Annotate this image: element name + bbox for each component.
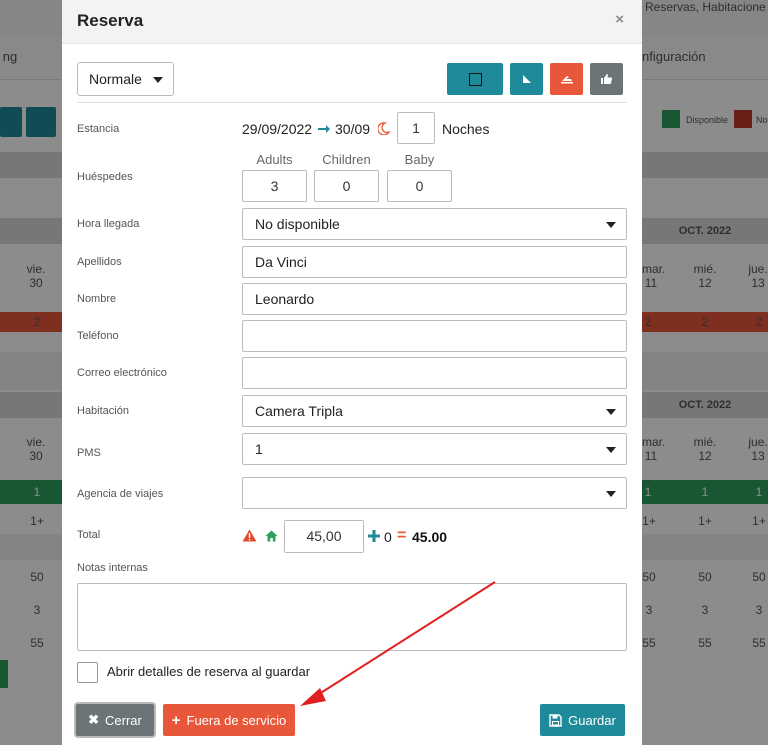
header-divider bbox=[77, 102, 627, 103]
equals-icon: = bbox=[397, 527, 407, 544]
arrival-select[interactable]: No disponible bbox=[242, 208, 627, 240]
nights-label: Noches bbox=[442, 121, 490, 137]
guests-label: Huéspedes bbox=[77, 171, 133, 183]
reservation-modal: Reserva × Normale Estancia 29/09/2022 30… bbox=[62, 0, 642, 745]
surname-label: Apellidos bbox=[77, 256, 122, 268]
chevron-down-icon bbox=[153, 77, 163, 83]
reservation-type-value: Normale bbox=[89, 71, 142, 87]
total-label: Total bbox=[77, 529, 101, 541]
plus-icon: + bbox=[171, 711, 181, 729]
modal-title: Reserva bbox=[77, 11, 144, 30]
children-input[interactable]: 0 bbox=[314, 170, 379, 202]
open-details-checkbox[interactable] bbox=[77, 662, 98, 683]
adults-label: Adults bbox=[256, 152, 293, 167]
square-icon bbox=[468, 72, 482, 86]
email-input[interactable] bbox=[242, 357, 627, 389]
room-label: Habitación bbox=[77, 405, 129, 417]
save-button[interactable]: Guardar bbox=[540, 704, 625, 736]
warning-icon[interactable] bbox=[242, 529, 257, 542]
close-button-label: Cerrar bbox=[105, 712, 142, 728]
notes-textarea[interactable] bbox=[77, 583, 627, 651]
nights-input[interactable]: 1 bbox=[397, 112, 435, 144]
plane-icon bbox=[560, 76, 573, 84]
status-square-button[interactable] bbox=[447, 63, 503, 95]
baby-input[interactable]: 0 bbox=[387, 170, 452, 202]
stay-label: Estancia bbox=[77, 123, 120, 135]
arrow-right-icon bbox=[318, 125, 330, 133]
chevron-down-icon bbox=[606, 447, 616, 453]
pms-value: 1 bbox=[255, 441, 263, 457]
stay-checkin: 29/09/2022 bbox=[242, 121, 313, 137]
notes-label: Notas internas bbox=[77, 562, 148, 574]
home-icon bbox=[265, 530, 278, 542]
adults-input[interactable]: 3 bbox=[242, 170, 307, 202]
room-select[interactable]: Camera Tripla bbox=[242, 395, 627, 427]
close-button[interactable]: ✖ Cerrar bbox=[76, 704, 154, 736]
pms-label: PMS bbox=[77, 447, 101, 459]
reservation-type-select[interactable]: Normale bbox=[77, 62, 174, 96]
flag-corner-icon bbox=[522, 75, 531, 83]
flag-corner-button[interactable] bbox=[510, 63, 543, 95]
chevron-down-icon bbox=[606, 409, 616, 415]
phone-input[interactable] bbox=[242, 320, 627, 352]
floppy-icon bbox=[549, 713, 562, 727]
agency-select[interactable] bbox=[242, 477, 627, 509]
modal-header: Reserva × bbox=[62, 0, 642, 44]
total-result: 45.00 bbox=[412, 529, 448, 545]
out-of-service-label: Fuera de servicio bbox=[186, 712, 287, 728]
name-label: Nombre bbox=[77, 293, 117, 305]
thumbs-up-icon bbox=[601, 74, 612, 84]
pms-select[interactable]: 1 bbox=[242, 433, 627, 465]
moon-icon bbox=[378, 122, 390, 135]
arrival-label: Hora llegada bbox=[77, 218, 140, 230]
baby-label: Baby bbox=[404, 152, 435, 167]
plus-icon bbox=[368, 530, 380, 542]
surname-input[interactable]: Da Vinci bbox=[242, 246, 627, 278]
room-value: Camera Tripla bbox=[255, 403, 343, 419]
chevron-down-icon bbox=[606, 491, 616, 497]
arrival-value: No disponible bbox=[255, 216, 340, 232]
price-input[interactable]: 45,00 bbox=[284, 520, 364, 553]
plane-button[interactable] bbox=[550, 63, 583, 95]
name-input[interactable]: Leonardo bbox=[242, 283, 627, 315]
close-icon[interactable]: × bbox=[615, 11, 624, 28]
out-of-service-button[interactable]: + Fuera de servicio bbox=[163, 704, 295, 736]
email-label: Correo electrónico bbox=[77, 367, 167, 379]
children-label: Children bbox=[322, 152, 371, 167]
phone-label: Teléfono bbox=[77, 330, 119, 342]
extra-value: 0 bbox=[384, 529, 392, 545]
agency-label: Agencia de viajes bbox=[77, 488, 164, 500]
chevron-down-icon bbox=[606, 222, 616, 228]
close-x-icon: ✖ bbox=[88, 712, 100, 727]
save-button-label: Guardar bbox=[568, 712, 616, 728]
open-details-label: Abrir detalles de reserva al guardar bbox=[107, 664, 311, 679]
stay-checkout: 30/09 bbox=[335, 121, 371, 137]
thumbs-up-button[interactable] bbox=[590, 63, 623, 95]
